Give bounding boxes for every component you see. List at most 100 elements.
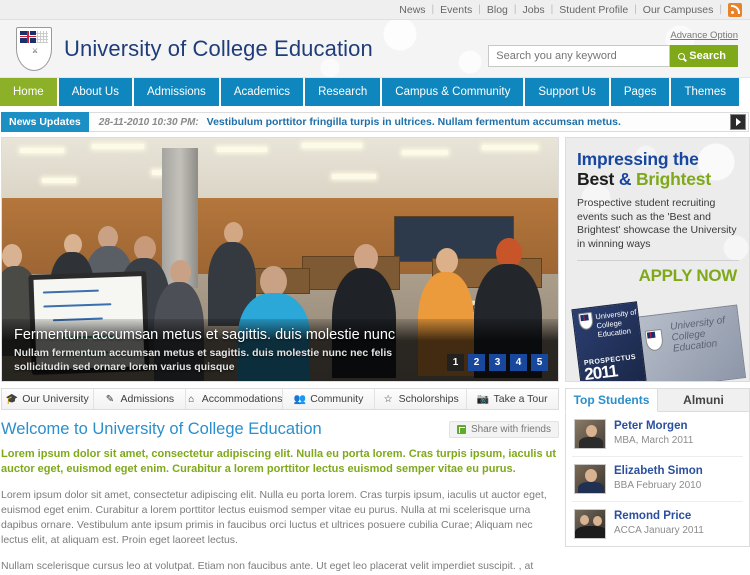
topbar-link-jobs[interactable]: Jobs (516, 4, 550, 16)
person-head (170, 260, 191, 284)
student-name[interactable]: Remond Price (614, 509, 704, 523)
student-name[interactable]: Peter Morgen (614, 419, 693, 433)
quicklink-admissions[interactable]: ✎ Admissions (94, 389, 186, 409)
union-jack-icon (580, 314, 589, 322)
nav-item-support-us[interactable]: Support Us (525, 78, 611, 106)
promo-banner[interactable]: Impressing the Best & Brightest Prospect… (565, 137, 750, 382)
list-item[interactable]: Peter Morgen MBA, March 2011 (572, 412, 743, 457)
slider-page-2[interactable]: 2 (468, 354, 485, 371)
quick-links-bar: 🎓 Our University ✎ Admissions ⌂ Accommod… (1, 388, 559, 410)
rss-icon[interactable] (728, 2, 742, 17)
nav-item-home[interactable]: Home (0, 78, 59, 106)
quicklink-scholorships[interactable]: ☆ Scholorships (375, 389, 468, 409)
quicklink-take-a-tour[interactable]: 📷 Take a Tour (467, 389, 558, 409)
nav-item-pages[interactable]: Pages (610, 78, 672, 106)
whiteboard-writing (43, 303, 112, 308)
slider-page-5[interactable]: 5 (531, 354, 548, 371)
avatar-body (579, 437, 603, 448)
welcome-lead-text: Lorem ipsum dolor sit amet, consectetur … (1, 448, 557, 475)
search-input[interactable] (488, 45, 671, 67)
nav-item-admissions[interactable]: Admissions (134, 78, 221, 106)
welcome-paragraph-1: Lorem ipsum dolor sit amet, consectetur … (1, 489, 547, 546)
student-info: Peter Morgen MBA, March 2011 (614, 419, 693, 446)
play-next-icon[interactable] (730, 114, 746, 130)
nav-item-campus-community[interactable]: Campus & Community (382, 78, 526, 106)
apply-now-link[interactable]: APPLY NOW (566, 261, 749, 286)
nav-item-themes[interactable]: Themes (671, 78, 742, 106)
topbar-separator: | (719, 4, 722, 15)
hero-slider[interactable]: ASK HERE! (1, 137, 559, 382)
ceiling-light (42, 178, 76, 183)
slider-page-1[interactable]: 1 (447, 354, 464, 371)
student-name[interactable]: Elizabeth Simon (614, 464, 703, 478)
welcome-paragraph-2: Nullam scelerisque cursus leo at volutpa… (1, 560, 534, 572)
topbar-link-student-profile[interactable]: Student Profile (553, 4, 634, 16)
site-header: ⚔ University of College Education Advanc… (0, 20, 750, 78)
nav-item-about-us[interactable]: About Us (58, 78, 134, 106)
quicklink-community[interactable]: 👥 Community (283, 389, 376, 409)
site-logo[interactable]: ⚔ (16, 26, 52, 71)
advance-option-link[interactable]: Advance Option (670, 30, 738, 41)
sidebar-column: Impressing the Best & Brightest Prospect… (565, 137, 750, 575)
list-item[interactable]: Elizabeth Simon BBA February 2010 (572, 457, 743, 502)
quicklink-label: Community (310, 393, 364, 405)
person-head (224, 222, 243, 244)
ceiling-light (92, 144, 144, 149)
student-meta: MBA, March 2011 (614, 435, 694, 446)
news-ticker: News Updates 28-11-2010 10:30 PM: Vestib… (1, 112, 749, 132)
top-utility-bar: News | Events | Blog | Jobs | Student Pr… (0, 0, 750, 20)
quicklink-label: Take a Tour (493, 393, 548, 405)
shield-grid-pattern (34, 30, 48, 43)
quicklink-accommodations[interactable]: ⌂ Accommodations (186, 389, 284, 409)
news-ticker-wrap: News Updates 28-11-2010 10:30 PM: Vestib… (0, 106, 750, 137)
tab-top-students[interactable]: Top Students (565, 388, 658, 412)
quicklink-label: Scholorships (398, 393, 459, 405)
search-button[interactable]: Search (670, 45, 738, 67)
avatar (574, 419, 606, 449)
slider-page-3[interactable]: 3 (489, 354, 506, 371)
quicklink-our-university[interactable]: 🎓 Our University (2, 389, 94, 409)
welcome-header: Welcome to University of College Educati… (1, 420, 559, 439)
avatar (574, 509, 606, 539)
content-area: ASK HERE! (0, 137, 750, 575)
list-item[interactable]: Remond Price ACCA January 2011 (572, 502, 743, 546)
avatar-face (580, 515, 589, 525)
slider-page-4[interactable]: 4 (510, 354, 527, 371)
student-info: Elizabeth Simon BBA February 2010 (614, 464, 703, 491)
share-with-friends-button[interactable]: Share with friends (448, 421, 559, 438)
ceiling-light (332, 174, 376, 179)
students-list: Peter Morgen MBA, March 2011 Elizabeth S… (565, 412, 750, 547)
whiteboard-writing (42, 289, 99, 294)
promo-heading-line2: Best & Brightest (566, 169, 749, 189)
welcome-title: Welcome to University of College Educati… (1, 420, 322, 438)
avatar-body (578, 482, 604, 493)
topbar-link-events[interactable]: Events (434, 4, 478, 16)
quicklink-label: Our University (22, 393, 89, 405)
avatar-face (585, 469, 597, 482)
share-label: Share with friends (470, 424, 551, 435)
union-jack-icon (646, 331, 656, 339)
page-root: News | Events | Blog | Jobs | Student Pr… (0, 0, 750, 575)
crest-figures: ⚔ (31, 47, 39, 55)
prospectus-images: University of College Education Universi… (571, 301, 749, 381)
main-navigation: Home About Us Admissions Academics Resea… (0, 78, 750, 106)
search-row: Search (488, 45, 738, 67)
nav-item-research[interactable]: Research (305, 78, 383, 106)
topbar-link-blog[interactable]: Blog (481, 4, 514, 16)
students-tabs: Top Students Almuni (565, 388, 750, 412)
page-title: University of College Education (64, 35, 373, 61)
ceiling-light (302, 143, 362, 148)
shield-icon: ⚔ (16, 26, 52, 71)
graduation-cap-icon: 🎓 (5, 393, 18, 405)
nav-item-academics[interactable]: Academics (220, 78, 306, 106)
promo-amp: & (618, 169, 632, 189)
slider-caption-subtitle: Nullam fermentum accumsan metus et sagit… (14, 347, 393, 373)
topbar-link-news[interactable]: News (393, 4, 431, 16)
news-ticker-headline[interactable]: Vestibulum porttitor fringilla turpis in… (207, 116, 621, 128)
share-icon (456, 425, 466, 434)
main-column: ASK HERE! (1, 137, 559, 575)
topbar-link-our-campuses[interactable]: Our Campuses (637, 4, 720, 16)
tab-almuni[interactable]: Almuni (658, 388, 750, 412)
star-icon: ☆ (383, 393, 393, 405)
ceiling-light (217, 147, 267, 152)
